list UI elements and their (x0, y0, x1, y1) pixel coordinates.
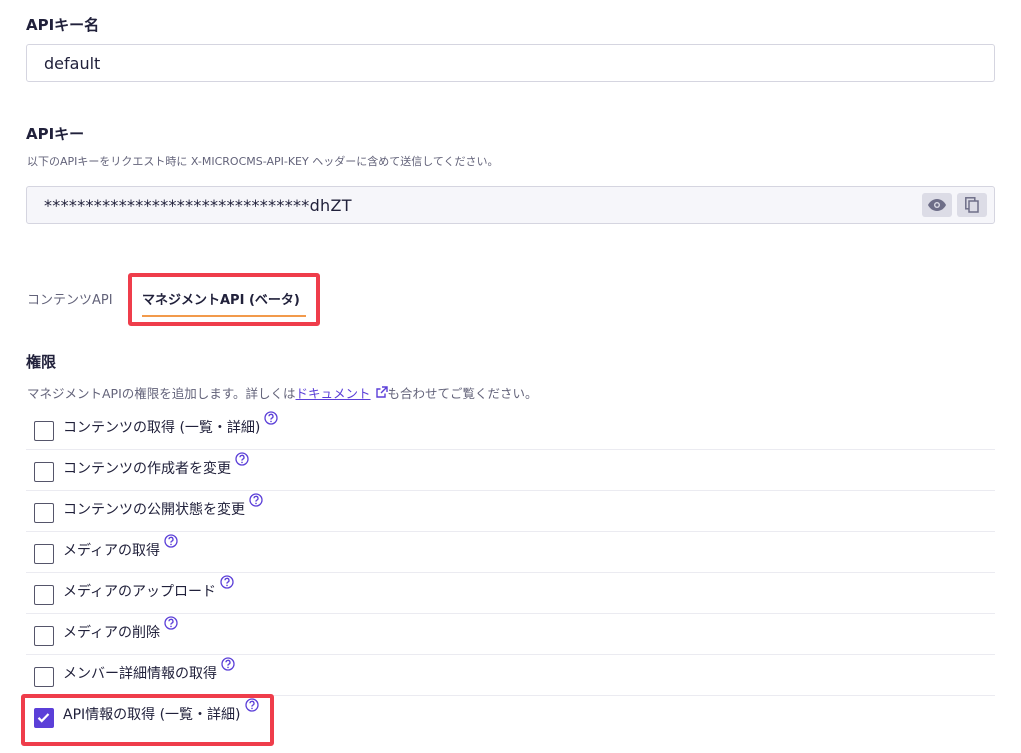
permission-row[interactable]: コンテンツの公開状態を変更 (26, 491, 995, 532)
api-key-label: APIキー (26, 125, 85, 143)
permission-checkbox[interactable] (34, 462, 54, 482)
permission-checkbox[interactable] (34, 421, 54, 441)
permission-row[interactable]: メディアの削除 (26, 614, 995, 655)
permission-checkbox[interactable] (34, 667, 54, 687)
help-icon[interactable] (235, 452, 249, 466)
permission-label: メディアのアップロード (63, 584, 217, 600)
permission-checkbox[interactable] (34, 544, 54, 564)
eye-icon (928, 199, 946, 211)
permission-label: コンテンツの作成者を変更 (63, 461, 231, 477)
show-key-button[interactable] (922, 193, 952, 217)
permission-checkbox[interactable] (34, 626, 54, 646)
api-key-hint: 以下のAPIキーをリクエスト時に X-MICROCMS-API-KEY ヘッダー… (27, 155, 499, 168)
permissions-description-prefix: マネジメントAPIの権限を追加します。詳しくは (27, 386, 296, 401)
api-key-name-value[interactable]: default (44, 54, 100, 73)
help-icon[interactable] (249, 493, 263, 507)
copy-icon (965, 197, 979, 213)
api-key-name-label: APIキー名 (26, 16, 100, 34)
highlight-box-permission (21, 694, 274, 746)
permissions-description: マネジメントAPIの権限を追加します。詳しくはドキュメント も合わせてご覧くださ… (27, 383, 538, 402)
permission-label: メディアの取得 (63, 543, 161, 559)
permission-label: コンテンツの取得 (一覧・詳細) (63, 420, 261, 436)
help-icon[interactable] (221, 657, 235, 671)
permissions-description-suffix: も合わせてご覧ください。 (387, 386, 538, 401)
help-icon[interactable] (164, 616, 178, 630)
documentation-link[interactable]: ドキュメント (296, 386, 371, 401)
permission-checkbox[interactable] (34, 503, 54, 523)
help-icon[interactable] (264, 411, 279, 425)
copy-key-button[interactable] (957, 193, 987, 217)
permission-row[interactable]: メンバー詳細情報の取得 (26, 655, 995, 696)
permission-row[interactable]: メディアの取得 (26, 532, 995, 573)
permission-row[interactable]: コンテンツの取得 (一覧・詳細) (26, 409, 995, 450)
help-icon[interactable] (220, 575, 234, 589)
help-icon[interactable] (164, 534, 178, 548)
tab-contents-api[interactable]: コンテンツAPI (27, 289, 113, 308)
external-link-icon (375, 386, 388, 398)
api-key-masked-value: ********************************dhZT (44, 195, 352, 215)
permission-row[interactable]: メディアのアップロード (26, 573, 995, 614)
permissions-title: 権限 (26, 353, 57, 371)
highlight-box-tab (128, 273, 320, 326)
permission-label: メンバー詳細情報の取得 (63, 666, 217, 682)
api-key-field: ********************************dhZT (26, 186, 995, 224)
permission-label: コンテンツの公開状態を変更 (63, 502, 245, 518)
permission-label: メディアの削除 (63, 625, 161, 641)
api-key-name-input[interactable]: default (26, 44, 995, 82)
permission-row[interactable]: コンテンツの作成者を変更 (26, 450, 995, 491)
permission-checkbox[interactable] (34, 585, 54, 605)
